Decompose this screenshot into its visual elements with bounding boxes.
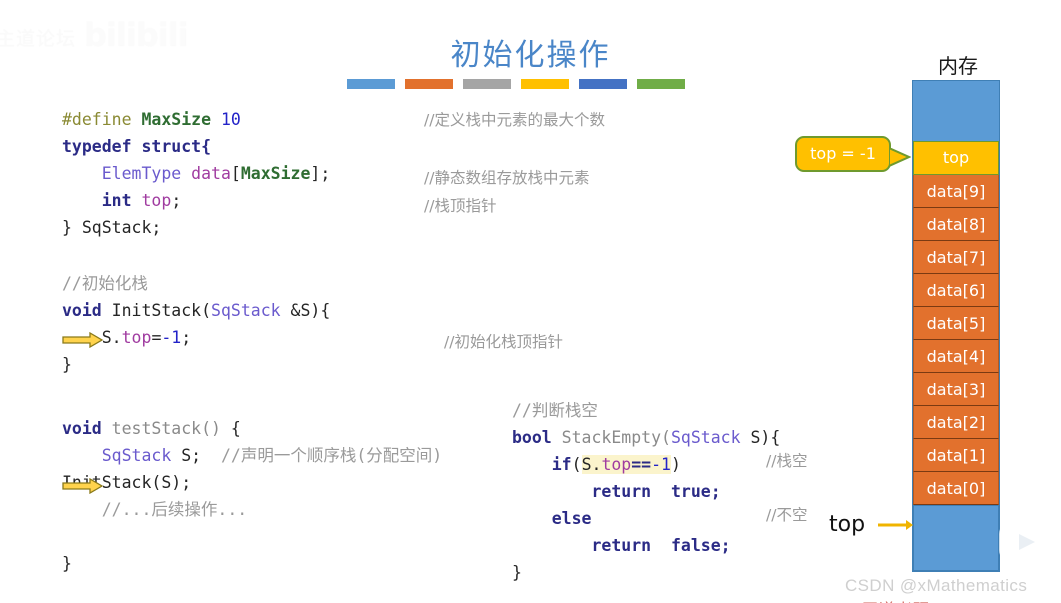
right-arrow-icon [878, 520, 913, 530]
token-top: top [141, 191, 172, 210]
right-arrow-icon [62, 478, 104, 494]
token-test-close: } [62, 554, 72, 573]
comment-init-stack: //初始化栈 [62, 274, 148, 293]
token-rbracket-semi: ]; [310, 164, 331, 183]
code-block-struct-definition: #define MaxSize 10 typedef struct{ ElemT… [62, 106, 330, 241]
memory-cell-data-6: data[6] [913, 274, 999, 307]
token-test-brace: { [220, 419, 241, 438]
token-semi-init: ; [181, 328, 192, 347]
comment-init-top-pointer: //初始化栈顶指针 [444, 333, 563, 351]
token-ten: 10 [220, 110, 241, 129]
token-if-paren: ( [571, 455, 582, 474]
token-var-s: S; [171, 446, 202, 465]
memory-cell-blank-bottom [913, 505, 999, 571]
token-struct: struct{ [141, 137, 212, 156]
memory-column: top data[9] data[8] data[7] data[6] data… [912, 80, 1000, 572]
bottom-top-label: top [829, 512, 866, 537]
title-decoration-bars [347, 79, 695, 89]
token-semi: ; [171, 191, 182, 210]
bottom-red-watermark: 正道考研/SQIAOSHUAI.COM [862, 596, 1061, 603]
memory-cell-data-2: data[2] [913, 406, 999, 439]
title-bar-6 [637, 79, 685, 89]
title-bar-2 [405, 79, 453, 89]
token-false: false; [651, 536, 731, 555]
token-bool: bool [512, 428, 552, 447]
token-sqstack-decl: SqStack [101, 446, 172, 465]
csdn-watermark: CSDN @xMathematics [845, 576, 1028, 595]
memory-cell-data-5: data[5] [913, 307, 999, 340]
token-stackempty-name: StackEmpty( [551, 428, 671, 447]
right-arrow-icon [62, 332, 104, 348]
code-block-stackempty: //判断栈空 bool StackEmpty(SqStack S){ if(S.… [512, 397, 780, 586]
token-maxsize-2: MaxSize [240, 164, 311, 183]
token-true: true; [651, 482, 721, 501]
comment-not-empty: //不空 [766, 506, 808, 524]
token-empty-close: } [512, 563, 522, 582]
memory-cell-blank-top [913, 81, 999, 141]
token-define: #define [62, 110, 132, 129]
memory-cell-top: top [913, 141, 999, 175]
token-s-dot: S. [101, 328, 122, 347]
token-if-eq: == [631, 455, 652, 474]
code-block-initstack: //初始化栈 void InitStack(SqStack &S){ S.top… [62, 270, 330, 378]
page-title: 初始化操作 [450, 38, 611, 73]
comment-declare-stack: //声明一个顺序栈(分配空间) [220, 446, 443, 465]
memory-cell-data-8: data[8] [913, 208, 999, 241]
token-if-close-paren: ) [671, 455, 681, 474]
title-bar-4 [521, 79, 569, 89]
title-bar-3 [463, 79, 511, 89]
token-teststack-name: testStack() [101, 419, 221, 438]
token-typedef: typedef [62, 137, 132, 156]
memory-label: 内存 [938, 54, 978, 78]
comment-judge-empty: //判断栈空 [512, 401, 598, 420]
token-elemtype: ElemType [101, 164, 182, 183]
token-if-obj: S. [581, 455, 602, 474]
code-block-teststack: void testStack() { SqStack S; //声明一个顺序栈(… [62, 415, 442, 577]
token-lbracket: [ [230, 164, 241, 183]
comment-static-array: //静态数组存放栈中元素 [424, 169, 590, 187]
token-init-sig-rest: &S){ [280, 301, 331, 320]
token-sqstack-param: SqStack [211, 301, 281, 320]
token-sqstack-param-2: SqStack [670, 428, 741, 447]
token-data: data [191, 164, 231, 183]
title-bar-1 [347, 79, 395, 89]
token-return-2: return [591, 536, 652, 555]
comment-followup-ops: //...后续操作... [101, 500, 248, 519]
memory-cell-data-0: data[0] [913, 472, 999, 505]
memory-cell-data-1: data[1] [913, 439, 999, 472]
memory-cell-data-9: data[9] [913, 175, 999, 208]
comment-stack-empty: //栈空 [766, 452, 808, 470]
token-if-top: top [601, 455, 632, 474]
token-else: else [551, 509, 592, 528]
callout-tail-icon [889, 148, 911, 168]
token-return-1: return [591, 482, 652, 501]
token-assign: = [151, 328, 162, 347]
token-int: int [101, 191, 132, 210]
token-maxsize: MaxSize [141, 110, 212, 129]
token-if-num: -1 [651, 455, 671, 474]
top-value-callout: top = -1 [795, 136, 891, 172]
title-bar-5 [579, 79, 627, 89]
token-top-field: top [121, 328, 152, 347]
token-if: if [551, 455, 572, 474]
comment-top-pointer: //栈顶指针 [424, 197, 497, 215]
bilibili-tv-icon [999, 511, 1051, 562]
slide-canvas: 主道论坛 bilibili 初始化操作 #define MaxSize 10 t… [0, 0, 1061, 603]
token-empty-sig-rest: S){ [740, 428, 781, 447]
token-void-test: void [62, 419, 102, 438]
token-struct-close: } SqStack; [62, 218, 162, 237]
memory-cell-data-7: data[7] [913, 241, 999, 274]
comment-max-elements: //定义栈中元素的最大个数 [424, 111, 605, 129]
token-initstack-name: InitStack( [101, 301, 212, 320]
memory-cell-data-3: data[3] [913, 373, 999, 406]
token-void-init: void [62, 301, 102, 320]
memory-cell-data-4: data[4] [913, 340, 999, 373]
token-minus-one: -1 [161, 328, 182, 347]
token-init-close: } [62, 355, 72, 374]
